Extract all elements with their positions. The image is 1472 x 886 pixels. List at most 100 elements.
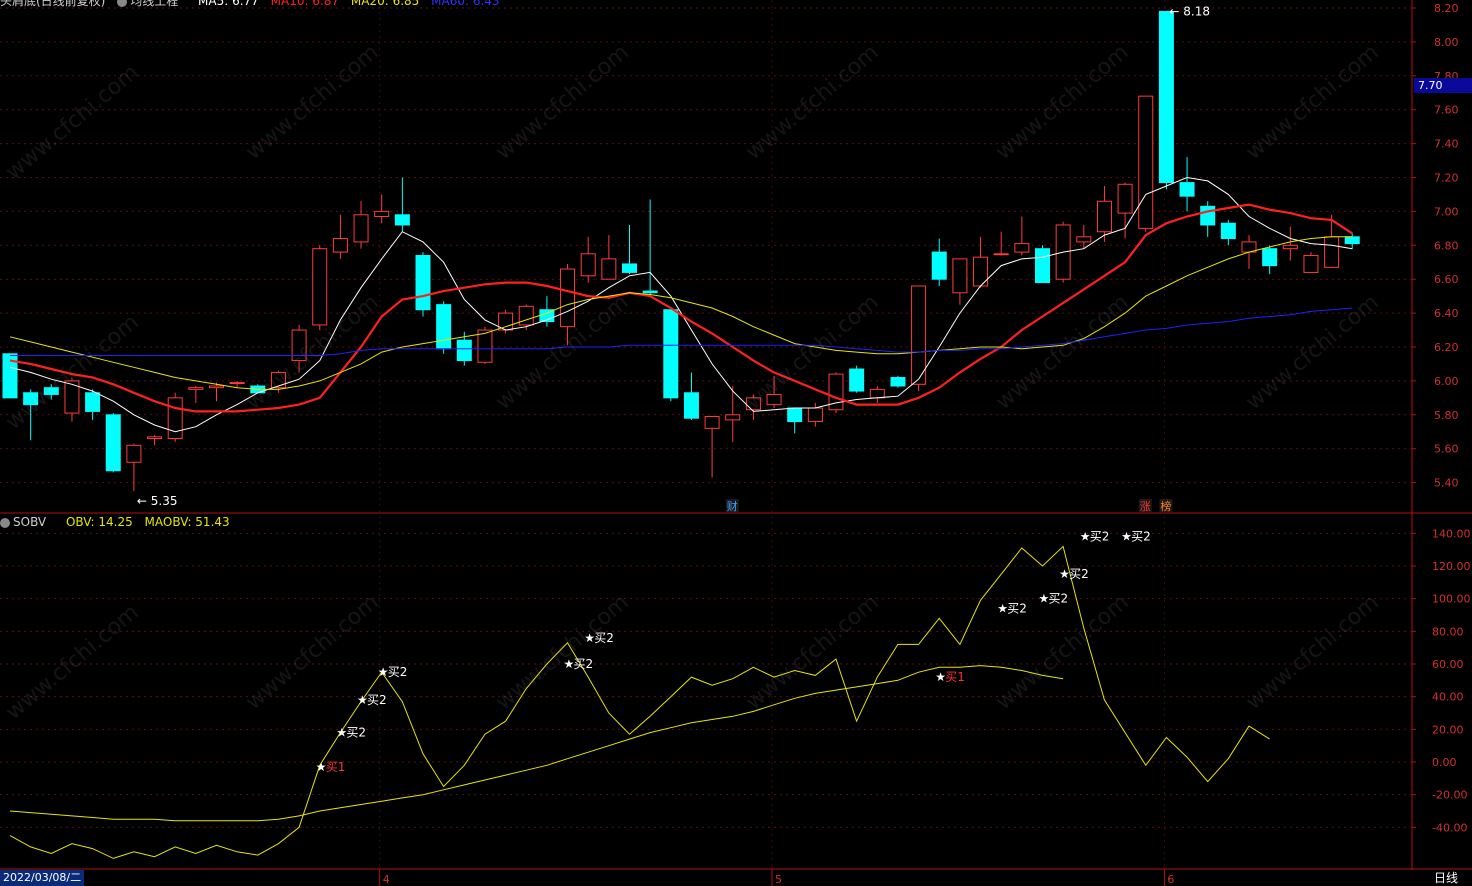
- signal-label: 买1: [945, 670, 965, 684]
- event-marker: 涨: [1140, 500, 1151, 513]
- candle-body: [745, 397, 761, 411]
- x-tick-label: 4: [383, 873, 390, 886]
- ma5-value: MA5: 6.77: [198, 0, 259, 8]
- signal-label: 买2: [594, 631, 614, 645]
- candle-body: [993, 253, 1009, 256]
- y-tick-label: 6.20: [1434, 341, 1459, 354]
- x-tick-label: 6: [1167, 873, 1174, 886]
- price-annotation: ← 8.18: [1169, 4, 1210, 18]
- y-tick-label: 5.60: [1434, 443, 1459, 456]
- y-tick-label: 7.40: [1434, 138, 1459, 151]
- candle-body: [85, 392, 101, 412]
- gear-icon[interactable]: [0, 517, 10, 528]
- candle-body: [911, 285, 927, 385]
- candle-body: [456, 339, 472, 362]
- candle-body: [1014, 243, 1030, 253]
- candle-body: [1117, 183, 1133, 214]
- candle-body: [952, 258, 968, 294]
- candle-body: [849, 368, 865, 392]
- candle-body: [683, 392, 699, 419]
- y-tick-label: 140.00: [1432, 527, 1471, 540]
- candle-body: [374, 210, 390, 217]
- candle-body: [332, 238, 348, 253]
- candle-body: [704, 415, 720, 429]
- obv-line-maobv: [9, 665, 1064, 822]
- indicator-name[interactable]: 均线工程: [117, 0, 186, 8]
- candle-body: [270, 371, 286, 389]
- y-tick-label: 120.00: [1432, 560, 1471, 573]
- signal-label: 买2: [367, 693, 387, 707]
- candle-body: [436, 304, 452, 350]
- candle-body: [1096, 200, 1112, 233]
- y-tick-label: 0.00: [1432, 756, 1457, 769]
- y-tick-label: 6.00: [1434, 375, 1459, 388]
- candle-body: [415, 254, 431, 311]
- signal-label: 买2: [1090, 530, 1110, 544]
- event-marker: 榜: [1160, 499, 1171, 513]
- signal-label: 买2: [1069, 567, 1089, 581]
- price-annotation: ← 5.35: [137, 494, 178, 508]
- signal-label: 买2: [574, 657, 594, 671]
- y-tick-label: 7.60: [1434, 104, 1459, 117]
- y-tick-label: 7.20: [1434, 172, 1459, 185]
- main-chart-header: 头肩底(日线前复权) 均线工程 MA5: 6.77 MA10: 6.87 MA2…: [0, 0, 508, 9]
- sub-indicator-label: SOBV: [13, 515, 47, 529]
- candle-body: [890, 377, 906, 387]
- candle-body: [1262, 248, 1278, 267]
- candle-body: [642, 290, 658, 294]
- sub-indicator-name[interactable]: SOBV: [0, 515, 54, 529]
- candle-body: [147, 436, 163, 440]
- candle-body: [477, 329, 493, 363]
- y-tick-label: 6.80: [1434, 239, 1459, 252]
- y-tick-label: 5.40: [1434, 477, 1459, 490]
- candle-body: [1220, 222, 1236, 240]
- candle-body: [1200, 205, 1216, 226]
- ma-line-ma10: [9, 203, 1353, 413]
- ma20-value: MA20: 6.85: [350, 0, 420, 8]
- x-tick-label: 5: [775, 873, 782, 886]
- candle-body: [1138, 95, 1154, 229]
- gear-icon[interactable]: [117, 0, 128, 7]
- candle-body: [229, 382, 245, 385]
- candle-body: [167, 397, 183, 440]
- candle-body: [43, 387, 59, 395]
- candle-body: [353, 214, 369, 243]
- candle-body: [766, 393, 782, 406]
- y-tick-label: 7.00: [1434, 205, 1459, 218]
- y-tick-label: 5.80: [1434, 409, 1459, 422]
- period-label[interactable]: 日线: [1420, 870, 1472, 886]
- candle-body: [807, 407, 823, 423]
- candle-body: [560, 268, 576, 328]
- candle-body: [601, 258, 617, 280]
- candle-body: [126, 444, 142, 463]
- y-tick-label: -20.00: [1432, 789, 1467, 802]
- header-title[interactable]: 头肩底(日线前复权): [0, 0, 105, 8]
- candle-body: [1324, 236, 1340, 268]
- y-tick-label: 6.60: [1434, 273, 1459, 286]
- maobv-value: MAOBV: 51.43: [144, 515, 230, 529]
- date-label: 2022/03/08/二: [0, 870, 85, 886]
- candle-body: [209, 385, 224, 389]
- candle-body: [1282, 244, 1298, 250]
- candle-body: [869, 388, 885, 399]
- y-tick-label: -40.00: [1432, 821, 1467, 834]
- candle-body: [931, 251, 947, 280]
- candle-body: [1303, 254, 1319, 273]
- sub-chart-header: SOBV OBV: 14.25 MAOBV: 51.43: [0, 515, 238, 529]
- indicator-label: 均线工程: [130, 0, 179, 8]
- signal-label: 买2: [1049, 592, 1069, 606]
- candle-body: [1076, 236, 1092, 243]
- signal-label: 买1: [326, 760, 346, 774]
- candle-body: [725, 414, 741, 421]
- candle-body: [518, 305, 534, 326]
- y-tick-label: 40.00: [1432, 691, 1464, 704]
- y-tick-label: 60.00: [1432, 658, 1464, 671]
- candle-body: [1179, 182, 1195, 197]
- y-tick-label: 8.20: [1434, 2, 1459, 15]
- chart-canvas[interactable]: 8.208.007.807.607.407.207.006.806.606.40…: [0, 0, 1472, 886]
- signal-label: 买2: [1007, 601, 1027, 615]
- y-tick-label: 8.00: [1434, 36, 1459, 49]
- candle-body: [1344, 236, 1360, 245]
- candle-body: [580, 253, 596, 277]
- candle-body: [23, 392, 39, 406]
